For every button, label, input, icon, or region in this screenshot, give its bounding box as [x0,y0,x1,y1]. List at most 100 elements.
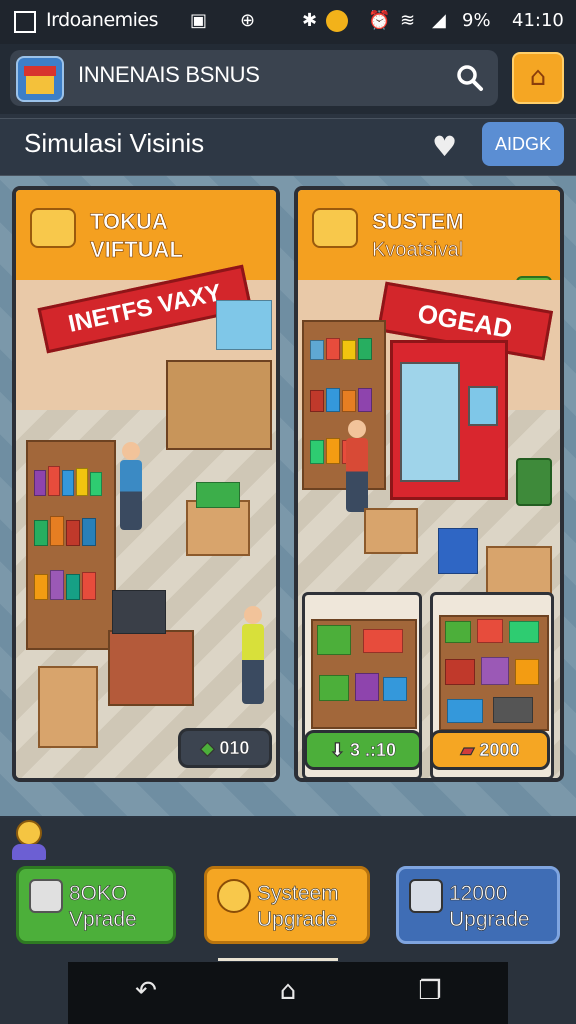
home-nav-icon[interactable]: ⌂ [268,976,308,1006]
system-card[interactable]: SUSTEM Kvoatsival ✕ OGEAD [294,186,564,782]
recents-icon[interactable]: ❐ [410,976,450,1006]
crate [186,500,250,556]
product [509,621,539,643]
supplies [438,528,478,574]
product [82,518,96,546]
store-value-pill[interactable]: ◆ 010 [178,728,272,768]
nav-side-right [508,962,576,1024]
product [48,466,60,496]
system-upgrade-line2: Upgrade [257,908,338,932]
product [34,574,48,600]
app-title: INNENAIS BSNUS [78,62,260,87]
card-title-2: Kvoatsival [372,239,464,262]
slot-2-button[interactable]: ▰ 2000 [430,730,550,770]
product [66,520,80,546]
shopper-1-body [120,460,142,530]
cash-upgrade-button[interactable]: 12000 Upgrade [396,866,560,944]
product [34,470,46,496]
product [481,657,509,685]
slot-2-value: 2000 [479,740,520,761]
cash-register [112,590,166,634]
gear-icon [217,879,251,913]
add-button[interactable]: AIDGK [482,122,564,166]
cash-icon [409,879,443,913]
trash-bin [516,458,552,506]
system-upgrade-button[interactable]: Systeem Upgrade [204,866,370,944]
crate [364,508,418,554]
product [82,572,96,600]
system-upgrade-line1: Systeem [257,882,339,906]
product [326,438,340,464]
alarm-icon: ⏰ [368,10,391,31]
shopper-2 [244,606,262,624]
battery-text: 9% [462,10,491,31]
cash-upgrade-label: 12000 Upgrade [449,881,569,933]
worker [348,420,366,438]
product [62,470,74,496]
product [342,390,356,412]
cashier-desk [108,630,194,706]
system-upgrade-label: Systeem Upgrade [257,881,377,933]
notification-icon [326,10,348,32]
window [216,300,272,350]
store-value: 010 [219,738,250,759]
store-upgrade-label: 8OKO Vprade [69,881,189,933]
avatar-body [12,844,46,860]
product [319,675,349,701]
product [445,621,471,643]
location-icon: ⊕ [240,10,256,31]
back-icon[interactable]: ↶ [126,976,166,1006]
home-indicator [218,958,338,961]
box-stack [38,666,98,748]
file-icon: ▣ [190,10,208,31]
store-upgrade-button[interactable]: 8OKO Vprade [16,866,176,944]
product [358,388,372,412]
product [363,629,403,653]
card-title-1: SUSTEM [372,209,464,235]
store-upgrade-line2: Vprade [69,908,137,932]
clock: 41:10 [512,10,564,31]
product [326,338,340,360]
logo-roof [24,66,56,76]
wifi-icon: ≋ [400,10,416,31]
product [50,516,64,546]
product [515,659,539,685]
store-upgrade-icon [29,879,63,913]
product [493,697,533,723]
product [76,468,88,496]
box-stack [486,546,552,596]
avatar[interactable] [10,818,48,862]
app-icon[interactable] [16,56,64,102]
vending-window [400,362,460,482]
product [310,390,324,412]
coin-icon: ▰ [460,740,475,761]
product [383,677,407,701]
cash-upgrade-line1: 12000 [449,882,508,906]
card-title-2: VIFTUAL [90,237,183,263]
product [317,625,351,655]
logo-store [26,76,54,94]
slot-1-value: 3 .:10 [350,740,397,761]
product [445,659,475,685]
product [477,619,503,643]
product [310,440,324,464]
product [355,673,379,701]
cash-upgrade-line2: Upgrade [449,908,530,932]
store-upgrade-line1: 8OKO [69,882,128,906]
heart-icon[interactable]: ♥ [432,130,457,163]
home-icon[interactable]: ⌂ [512,52,564,104]
money-icon: ◆ [200,738,215,759]
worker-body [346,438,368,512]
store-card-virtual[interactable]: TOKUA VIFTUAL INETFS VAXY ◆ 010 [12,186,280,782]
nav-side-left [0,962,68,1024]
green-goods [196,482,240,508]
slot-1-button[interactable]: ⬇ 3 .:10 [304,730,422,770]
shopper-2-body [242,624,264,704]
signal-icon: ◢ [432,10,446,31]
app-small-icon [14,11,36,33]
product [310,340,324,360]
product [447,699,483,723]
search-icon[interactable] [448,58,492,98]
arrow-down-icon: ⬇ [329,740,346,761]
avatar-head [16,820,42,846]
